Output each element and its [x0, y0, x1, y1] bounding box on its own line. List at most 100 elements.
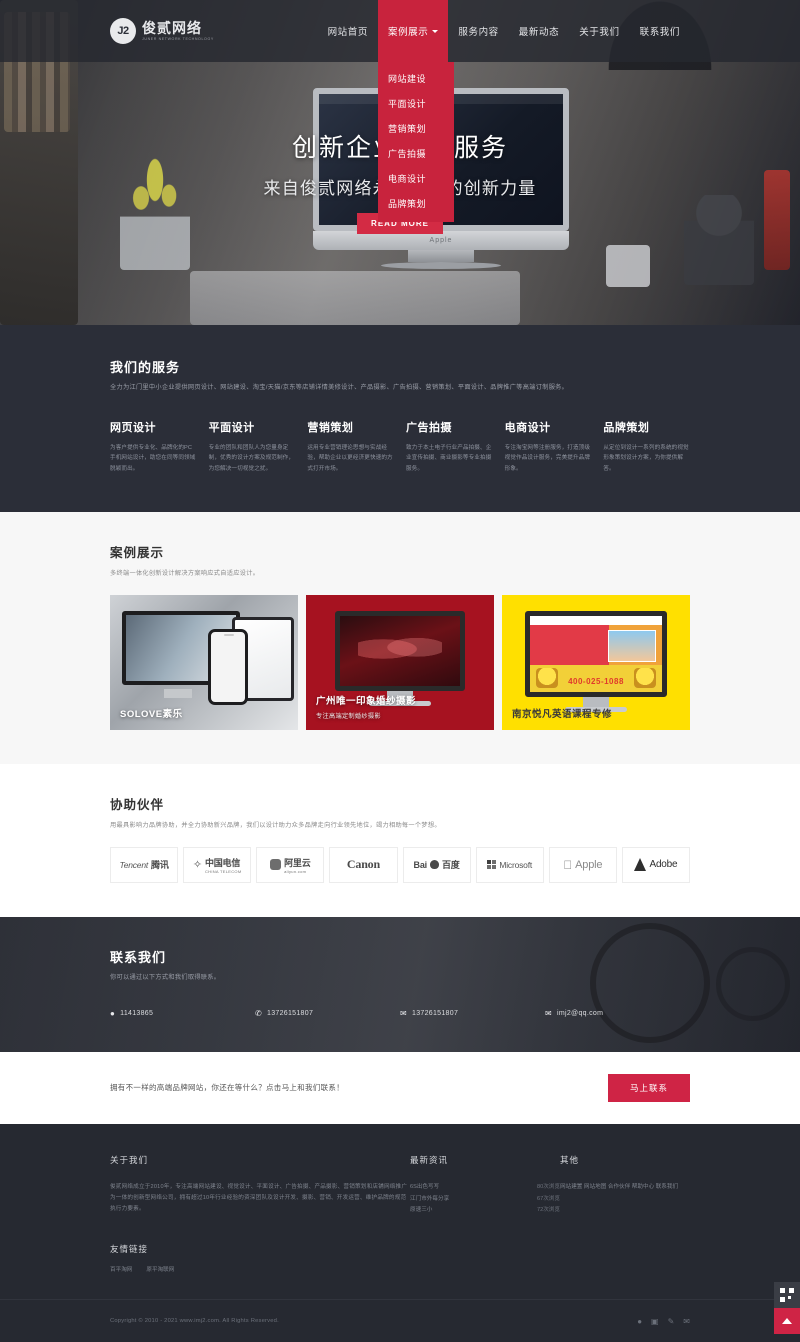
dropdown-item-graphic[interactable]: 平面设计 [378, 91, 454, 116]
dropdown-item-web[interactable]: 网站建设 [378, 66, 454, 91]
dropdown-item-marketing[interactable]: 营销策划 [378, 116, 454, 141]
wechat-icon: ✉ [400, 1008, 408, 1018]
mail-icon[interactable]: ✉ [683, 1317, 690, 1326]
site-header: J2 俊贰网络 JUNER NETWORK TECHNOLOGY 网站首页 案例… [0, 0, 800, 222]
news-label: 江门市外每分享 [410, 1195, 450, 1202]
partner-logo-baidu[interactable]: Bai 百度 [402, 846, 471, 883]
cases-grid: SOLOVE素乐 广州唯一印象婚纱摄影 专注高端定制婚纱摄影 400-025-1… [110, 594, 690, 730]
case-title: SOLOVE素乐 [120, 708, 183, 720]
service-title: 广告拍摄 [405, 421, 452, 434]
footer-other-links[interactable]: 网站建置 网站地图 合作伙伴 帮助中心 联系我们 [560, 1182, 690, 1193]
service-card[interactable]: 营销策划 运用专业营销理论思想与实战经验，帮助企业以更经济更快速的方式打开市场。 [307, 419, 394, 474]
contact-item-wechat[interactable]: ✉ 13726151807 [400, 1009, 545, 1018]
footer-news-item[interactable]: 原速三小 72次浏览 [410, 1205, 560, 1217]
nav-label: 服务内容 [458, 27, 499, 38]
mail-icon: ✉ [545, 1008, 553, 1018]
service-card[interactable]: 电商设计 专注淘宝网等注册服务，打造顶级视觉作品设计服务，完美提升品牌形象。 [505, 419, 592, 474]
services-grid: 网页设计 为客户提供专业化、品牌化的PC手机网站设计，助您在同等同领域脱颖而出。… [110, 419, 690, 474]
qq-icon: ● [110, 1008, 116, 1018]
case-card-wedding[interactable]: 广州唯一印象婚纱摄影 专注高端定制婚纱摄影 [306, 594, 494, 730]
news-label: 6S出色写写 [410, 1183, 440, 1190]
partner-logo-apple[interactable]:  Apple [548, 846, 617, 883]
chevron-down-icon [432, 29, 439, 33]
dropdown-item-brand[interactable]: 品牌策划 [378, 191, 454, 216]
contact-title: 联系我们 [110, 949, 167, 965]
contact-value: 13726151807 [412, 1009, 459, 1017]
case-card-solove[interactable]: SOLOVE素乐 [110, 594, 298, 730]
case-card-english[interactable]: 400-025-1088 南京悦凡英语课程专修 [502, 594, 690, 730]
partner-logo-canon[interactable]: Canon [329, 846, 398, 883]
page-root: Apple 创新企业定制服务 来自俊贰网络永不畏惧的创新力量 READ MORE… [0, 0, 800, 1342]
partner-logo-china-telecom[interactable]: ✧ 中国电信 CHINA TELECOM [183, 846, 252, 883]
contact-item-phone[interactable]: ✆ 13726151807 [255, 1009, 400, 1018]
partner-logo-tencent[interactable]: Tencent 腾讯 [110, 846, 179, 883]
partners-subtitle: 用最具影响力品牌协助，并全力协助新兴品牌，我们以设计助力众多品牌走向行业领先地位… [110, 821, 441, 829]
footer-about-title: 关于我们 [110, 1154, 149, 1165]
site-logo[interactable]: J2 俊贰网络 JUNER NETWORK TECHNOLOGY [110, 18, 214, 44]
partner-name-cn: 腾讯 [151, 860, 169, 871]
partner-logo-microsoft[interactable]: Microsoft [475, 846, 544, 883]
weibo-icon[interactable]: ▣ [651, 1317, 659, 1326]
nav-item-news[interactable]: 最新动态 [509, 0, 569, 62]
footer-friend-title: 友情链接 [110, 1244, 149, 1255]
service-title: 网页设计 [110, 421, 156, 434]
footer-columns: 关于我们 俊贰网络成立于2010年，专注高端网站建设、视觉设计、平面设计、广告拍… [110, 1154, 690, 1217]
wechat-icon[interactable]: ✎ [668, 1317, 675, 1326]
partners-section: 协助伙伴 用最具影响力品牌协助，并全力协助新兴品牌，我们以设计助力众多品牌走向行… [0, 763, 800, 917]
main-nav: 网站首页 案例展示 网站建设 平面设计 营销策划 广告拍摄 电商设计 品牌策划 [318, 0, 690, 222]
footer-col-other: 其他 网站建置 网站地图 合作伙伴 帮助中心 联系我们 [560, 1154, 690, 1217]
partner-name: 阿里云 [284, 857, 311, 868]
footer-news-title: 最新资讯 [410, 1154, 449, 1165]
nav-item-cases[interactable]: 案例展示 网站建设 平面设计 营销策划 广告拍摄 电商设计 品牌策划 [377, 0, 454, 222]
nav-item-about[interactable]: 关于我们 [569, 0, 629, 62]
microsoft-icon [487, 860, 497, 870]
logo-name: 俊贰网络 [142, 19, 202, 36]
cases-section: 案例展示 多终端一体化创新设计解决方案响应式自适应设计。 SOLOVE素乐 广州… [0, 511, 800, 764]
service-desc: 为客户提供专业化、品牌化的PC手机网站设计，助您在同等同领域脱颖而出。 [110, 444, 196, 472]
services-subtitle: 全力为江门里中小企业提供网页设计、网站建设、淘宝/天猫/京东等店铺详情美修设计、… [110, 384, 569, 391]
partner-sub: aliyun.com [284, 868, 307, 874]
case-phone-number: 400-025-1088 [568, 676, 624, 686]
nav-item-contact[interactable]: 联系我们 [630, 0, 690, 62]
services-title: 我们的服务 [110, 360, 181, 375]
dropdown-item-adshoot[interactable]: 广告拍摄 [378, 141, 454, 166]
service-card[interactable]: 品牌策划 从定位到设计一系列的系统的视觉形象策划设计方案，为你提供解答。 [603, 419, 690, 474]
copyright-text: Copyright © 2010 - 2021 www.imj2.com. Al… [110, 1318, 279, 1325]
contact-value: 13726151807 [267, 1009, 314, 1017]
case-title: 广州唯一印象婚纱摄影 [316, 695, 417, 707]
footer-news-item[interactable]: 6S出色写写 80次浏览 [410, 1182, 560, 1194]
qq-icon[interactable]: ● [637, 1317, 642, 1326]
contact-value: imj2@qq.com [557, 1009, 604, 1017]
cta-contact-button[interactable]: 马上联系 [607, 1073, 690, 1102]
friend-link[interactable]: 百平淘网 [110, 1265, 132, 1273]
contact-item-qq[interactable]: ● 11413865 [110, 1009, 255, 1018]
footer-col-news: 最新资讯 6S出色写写 80次浏览 江门市外每分享 67次浏览 原速三小 72次… [410, 1154, 560, 1217]
friend-link[interactable]: 原平淘联网 [146, 1265, 174, 1273]
case-subtitle: 专注高端定制婚纱摄影 [316, 712, 381, 720]
footer-news-item[interactable]: 江门市外每分享 67次浏览 [410, 1194, 560, 1206]
service-card[interactable]: 网页设计 为客户提供专业化、品牌化的PC手机网站设计，助您在同等同领域脱颖而出。 [110, 419, 197, 474]
service-card[interactable]: 广告拍摄 致力于本土电子行业产品拍摄、企业宣传拍摄、商业摄影等专业拍摄服务。 [406, 419, 493, 474]
partner-logo-adobe[interactable]: Adobe [621, 846, 690, 883]
partner-name: 中国电信 [204, 857, 241, 868]
nav-label: 关于我们 [579, 27, 620, 38]
partner-logo-aliyun[interactable]: 阿里云 aliyun.com [256, 846, 325, 883]
nav-item-services[interactable]: 服务内容 [448, 0, 508, 62]
nav-label: 案例展示 [387, 27, 429, 38]
service-card[interactable]: 平面设计 专业的团队和团队人为您量身定制，优秀的设计方案及规范制作，为您解决一切… [209, 419, 296, 474]
service-desc: 致力于本土电子行业产品拍摄、企业宣传拍摄、商业摄影等专业拍摄服务。 [405, 444, 492, 472]
aliyun-icon [270, 859, 282, 871]
service-desc: 专注淘宝网等注册服务，打造顶级视觉作品设计服务，完美提升品牌形象。 [504, 444, 591, 472]
phone-icon: ✆ [255, 1008, 263, 1018]
news-meta: 67次浏览 [536, 1195, 560, 1202]
contact-item-email[interactable]: ✉ imj2@qq.com [545, 1009, 690, 1018]
dropdown-item-ecommerce[interactable]: 电商设计 [378, 166, 454, 191]
nav-item-home[interactable]: 网站首页 [318, 0, 378, 62]
partner-name: Canon [346, 857, 380, 872]
cases-subtitle: 多终端一体化创新设计解决方案响应式自适应设计。 [110, 569, 260, 577]
service-desc: 运用专业营销理论思想与实战经验，帮助企业以更经济更快速的方式打开市场。 [307, 444, 393, 472]
service-desc: 专业的团队和团队人为您量身定制，优秀的设计方案及规范制作，为您解决一切视觉之扰。 [208, 444, 295, 472]
qrcode-icon[interactable] [774, 1282, 800, 1309]
services-section: 我们的服务 全力为江门里中小企业提供网页设计、网站建设、淘宝/天猫/京东等店铺详… [0, 325, 800, 512]
back-to-top-button[interactable] [774, 1308, 800, 1335]
